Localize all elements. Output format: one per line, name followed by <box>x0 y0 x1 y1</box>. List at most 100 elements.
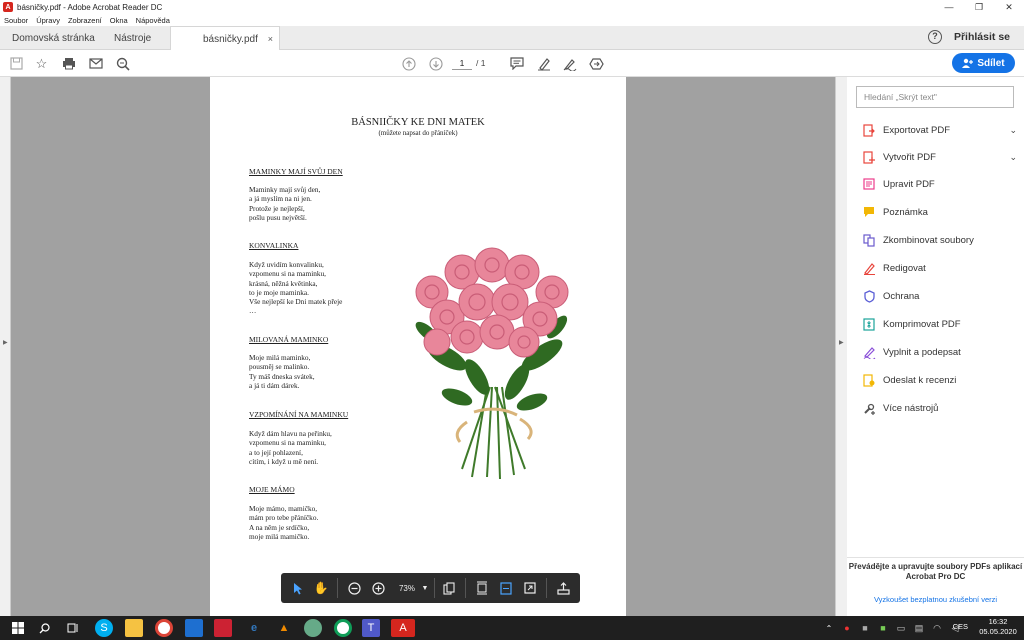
input-language[interactable]: CES <box>953 622 968 631</box>
menu-zobrazeni[interactable]: Zobrazení <box>68 16 102 25</box>
page-total: / 1 <box>476 58 486 68</box>
zoom-dropdown-icon[interactable]: ▼ <box>420 579 430 597</box>
full-screen-icon[interactable] <box>522 579 538 597</box>
page-number-input[interactable]: 1 <box>452 56 472 70</box>
tools-search-input[interactable]: Hledání „Skrýt text" <box>856 86 1014 108</box>
menu-okna[interactable]: Okna <box>110 16 128 25</box>
next-page-icon[interactable] <box>427 55 444 72</box>
tray-app-icon[interactable]: ■ <box>856 619 874 637</box>
redact-icon <box>862 261 876 275</box>
print-icon[interactable] <box>60 55 77 72</box>
right-panel-toggle[interactable]: ▶ <box>835 77 847 616</box>
chevron-down-icon[interactable]: ⌄ <box>1009 125 1017 136</box>
media-player-icon[interactable] <box>214 619 232 637</box>
share-button[interactable]: Sdílet <box>952 53 1015 73</box>
sign-icon[interactable] <box>561 55 578 72</box>
minimize-button[interactable]: — <box>934 0 964 14</box>
tool-export-pdf[interactable]: Exportovat PDF ⌄ <box>862 121 1017 139</box>
save-icon[interactable] <box>8 55 25 72</box>
acrobat-taskbar-icon[interactable]: A <box>391 619 415 637</box>
rose-bouquet-image <box>415 247 569 480</box>
acrobat-icon: A <box>3 2 13 12</box>
tool-redact[interactable]: Redigovat <box>862 259 1017 277</box>
export-upload-icon[interactable] <box>555 579 571 597</box>
tray-chevron-icon[interactable]: ⌃ <box>820 619 838 637</box>
menu-soubor[interactable]: Soubor <box>4 16 28 25</box>
search-icon[interactable] <box>35 619 53 637</box>
zoom-level[interactable]: 73% <box>394 579 420 597</box>
compress-icon <box>862 317 876 331</box>
export-pdf-icon <box>862 123 876 137</box>
left-panel-toggle[interactable]: ▶ <box>0 77 11 616</box>
tool-protect[interactable]: Ochrana <box>862 287 1017 305</box>
teams-icon[interactable]: T <box>362 619 380 637</box>
menu-bar: Soubor Úpravy Zobrazení Okna Nápověda <box>0 14 1024 26</box>
tab-home[interactable]: Domovská stránka <box>12 26 95 50</box>
tray-nvidia-icon[interactable]: ■ <box>874 619 892 637</box>
send-review-icon <box>862 373 876 387</box>
free-trial-link[interactable]: Vyzkoušet bezplatnou zkušební verzi <box>847 595 1024 604</box>
highlight-pen-icon[interactable] <box>535 55 552 72</box>
window-title: básničky.pdf - Adobe Acrobat Reader DC <box>17 2 163 12</box>
menu-upravy[interactable]: Úpravy <box>36 16 60 25</box>
comment-icon[interactable] <box>508 55 525 72</box>
tray-battery-icon[interactable]: ▭ <box>892 619 910 637</box>
maximize-button[interactable]: ❐ <box>964 0 994 14</box>
title-bar: A básničky.pdf - Adobe Acrobat Reader DC… <box>0 0 1024 14</box>
tray-opera-icon[interactable]: ● <box>838 619 856 637</box>
expand-right-icon: ▶ <box>839 340 844 346</box>
expand-right-icon: ▶ <box>3 340 8 346</box>
tool-more-tools[interactable]: Více nástrojů <box>862 399 1017 417</box>
poem-heading: MAMINKY MAJÍ SVŮJ DEN <box>249 167 343 176</box>
hand-tool-icon[interactable]: ✋ <box>313 579 329 597</box>
email-icon[interactable] <box>87 55 104 72</box>
zoom-in-icon[interactable] <box>370 579 386 597</box>
fit-page-icon[interactable] <box>474 579 490 597</box>
search-zoom-icon[interactable] <box>114 55 131 72</box>
select-cursor-icon[interactable] <box>290 579 306 597</box>
tab-tools[interactable]: Nástroje <box>114 26 151 50</box>
chrome-profile-icon[interactable] <box>334 619 352 637</box>
tab-bar: Domovská stránka Nástroje básničky.pdf × <box>0 26 1024 51</box>
poem-body: Když uvidím konvalinku, vzpomenu si na ma… <box>249 260 343 316</box>
pdf-page: BÁSNIIČKY KE DNI MATEK (můžete napsat do… <box>210 77 626 616</box>
tray-wifi-icon[interactable]: ◠ <box>928 619 946 637</box>
share-file-icon[interactable] <box>588 55 605 72</box>
menu-napoveda[interactable]: Nápověda <box>136 16 170 25</box>
tray-network-icon[interactable]: ▤ <box>910 619 928 637</box>
chrome-icon[interactable] <box>155 619 173 637</box>
poem-heading: VZPOMÍNÁNÍ NA MAMINKU <box>249 410 349 419</box>
page-thumbnails-icon[interactable] <box>441 579 457 597</box>
windows-start-icon[interactable] <box>9 619 27 637</box>
file-explorer-icon[interactable] <box>125 619 143 637</box>
tool-compress-pdf[interactable]: Komprimovat PDF <box>862 315 1017 333</box>
tool-combine-files[interactable]: Zkombinovat soubory <box>862 231 1017 249</box>
zoom-out-icon[interactable] <box>346 579 362 597</box>
tab-document[interactable]: básničky.pdf × <box>170 26 280 51</box>
bookmark-star-icon[interactable]: ☆ <box>33 55 50 72</box>
app-icon[interactable] <box>304 619 322 637</box>
poem-body: Moje mámo, mamičko, mám pro tebe přáníčko… <box>249 504 319 541</box>
vlc-icon[interactable]: ▲ <box>275 619 293 637</box>
edge-icon[interactable]: e <box>245 619 263 637</box>
tool-edit-pdf[interactable]: Upravit PDF <box>862 175 1017 193</box>
help-icon[interactable]: ? <box>928 30 942 44</box>
skype-icon[interactable]: S <box>95 619 113 637</box>
previous-page-icon[interactable] <box>400 55 417 72</box>
tool-send-for-review[interactable]: Odeslat k recenzi <box>862 371 1017 389</box>
tool-comment[interactable]: Poznámka <box>862 203 1017 221</box>
tool-create-pdf[interactable]: Vytvořit PDF ⌄ <box>862 148 1017 166</box>
close-button[interactable]: ✕ <box>994 0 1024 14</box>
task-view-icon[interactable] <box>64 619 82 637</box>
poem-body: Moje milá maminko, pousměj se malinko. Ty … <box>249 353 315 390</box>
chevron-down-icon[interactable]: ⌄ <box>1009 152 1017 163</box>
comment-note-icon <box>862 205 876 219</box>
tab-close-icon[interactable]: × <box>268 34 273 44</box>
signin-link[interactable]: Přihlásit se <box>954 31 1010 43</box>
fit-width-icon[interactable] <box>498 579 514 597</box>
create-pdf-icon <box>862 150 876 164</box>
combine-files-icon <box>862 233 876 247</box>
store-icon[interactable] <box>185 619 203 637</box>
tool-fill-sign[interactable]: Vyplnit a podepsat <box>862 343 1017 361</box>
system-clock[interactable]: 16:32 05.05.2020 <box>976 617 1020 637</box>
